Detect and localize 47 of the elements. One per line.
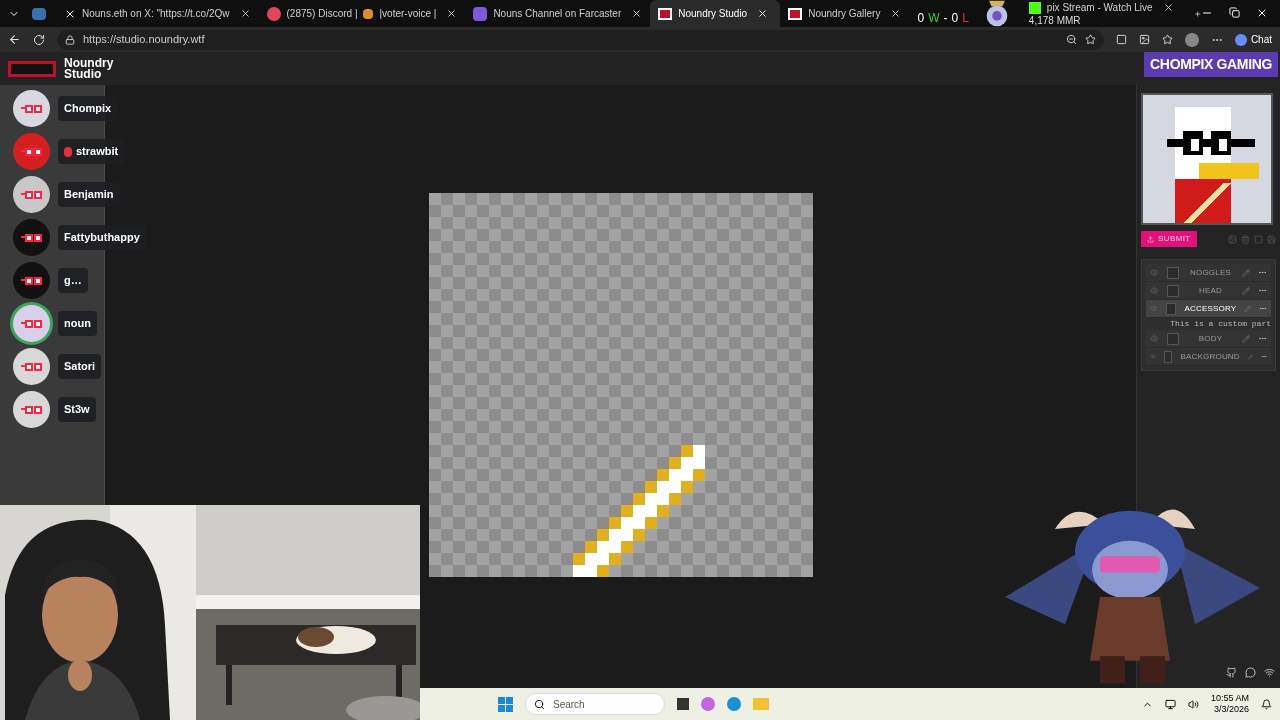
clock-date: 3/3/2026 (1213, 704, 1249, 715)
username-label: Benjamin (58, 182, 120, 207)
tab-title: (2875) Discord | (286, 7, 358, 21)
tab-title: Nouns Channel on Farcaster (493, 7, 622, 21)
taskbar-search-field[interactable]: Search (525, 693, 665, 715)
wins-count: 0 (917, 10, 925, 27)
chat-button[interactable]: Chat (1234, 32, 1272, 47)
tab-title: Noundry Studio (678, 7, 748, 21)
submit-button[interactable]: SUBMIT (1141, 231, 1197, 247)
username-label: g… (58, 268, 88, 293)
browser-tab[interactable]: Noundry Gallery (780, 0, 910, 27)
wins-letter: W (928, 10, 940, 27)
tab-title: Nouns.eth on X: "https://t.co/2Qw (82, 7, 230, 21)
layer-name: BACKGROUND (1180, 350, 1240, 363)
losses-letter: L (962, 10, 969, 27)
layer-name: ACCESSORY (1184, 302, 1237, 315)
app-logo-text: Noundry Studio (64, 57, 114, 80)
score-separator: - (943, 10, 948, 27)
username-label: Satori (58, 354, 102, 379)
layer-name: HEAD (1198, 284, 1223, 297)
browser-tab[interactable]: Noundry Studio (650, 0, 781, 27)
url-text: https://studio.noundry.wtf (83, 32, 205, 48)
layer-row[interactable]: NOGGLES (1146, 264, 1271, 282)
username-label: Fattybuthappy (58, 225, 146, 250)
browser-tab[interactable]: pix Stream - Watch Live (1020, 0, 1182, 15)
mmr-label: 4,178 MMR (1027, 15, 1082, 27)
layer-row[interactable]: BACKGROUND (1146, 348, 1271, 366)
clock-time: 10:55 AM (1210, 693, 1249, 704)
layer-name: BODY (1197, 332, 1224, 345)
tab-title: Noundry Gallery (808, 7, 881, 21)
layer-name: NOGGLES (1189, 266, 1232, 279)
losses-count: 0 (951, 10, 959, 27)
tooltip-text: This is a custom part (1170, 318, 1271, 330)
browser-tab[interactable]: Nouns Channel on Farcaster (465, 0, 651, 27)
browser-tab[interactable]: Nouns.eth on X: "https://t.co/2Qw (56, 0, 259, 27)
username-label: St3w (58, 397, 96, 422)
layer-row[interactable]: ACCESSORY (1146, 300, 1271, 318)
username-label: Chompix (58, 96, 118, 121)
layer-row[interactable]: BODY (1146, 330, 1271, 348)
layer-row[interactable]: HEAD (1146, 282, 1271, 300)
tab-title: |voter-voice | (379, 7, 437, 21)
username-label: noun (58, 311, 97, 336)
browser-tab[interactable]: (2875) Discord | |voter-voice | (258, 0, 466, 27)
channel-banner: CHOMPIX GAMING (1144, 52, 1278, 77)
url-field[interactable]: https://studio.noundry.wtf (57, 29, 1104, 50)
tab-title: pix Stream - Watch Live (1046, 1, 1153, 15)
username-label: strawbit (58, 139, 125, 164)
